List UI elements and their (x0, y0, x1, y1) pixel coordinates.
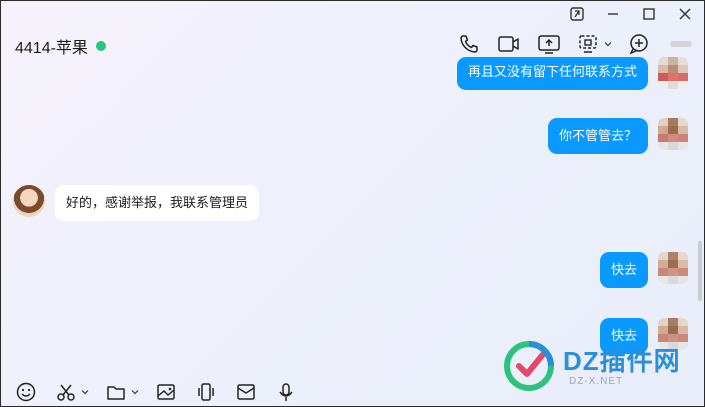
chat-title: 4414-苹果 (15, 40, 88, 57)
top-toolbar (456, 31, 692, 57)
message-row: 好的，感谢举报，我联系管理员 (13, 185, 260, 221)
online-status-dot (95, 41, 106, 51)
message-row: 你不管管去？ (547, 118, 688, 154)
message-bubble-outgoing[interactable]: 再且又没有留下任何联系方式 (456, 57, 648, 90)
close-icon[interactable] (674, 5, 696, 23)
watermark-logo (504, 341, 554, 391)
envelope-icon[interactable] (233, 379, 259, 405)
maximize-icon[interactable] (638, 5, 660, 23)
shake-icon[interactable] (193, 379, 219, 405)
message-bubble-outgoing[interactable]: 你不管管去？ (547, 118, 648, 154)
add-icon[interactable] (626, 31, 652, 57)
remote-desktop-icon[interactable] (576, 31, 602, 57)
folder-icon[interactable] (103, 379, 129, 405)
watermark-text: DZ插件网 (563, 345, 681, 376)
input-toolbar (13, 379, 299, 405)
message-bubble-incoming[interactable]: 好的，感谢举报，我联系管理员 (55, 185, 260, 221)
watermark-text-group: DZ插件网 DZ-X.NET (563, 346, 681, 387)
watermark: DZ插件网 DZ-X.NET (501, 338, 681, 394)
window-controls (566, 5, 696, 23)
chevron-down-icon[interactable] (604, 31, 612, 57)
video-call-icon[interactable] (496, 31, 522, 57)
screen-share-icon[interactable] (536, 31, 562, 57)
message-bubble-outgoing[interactable]: 快去 (599, 252, 648, 288)
chevron-down-icon[interactable] (131, 379, 139, 405)
watermark-subtext: DZ-X.NET (569, 375, 624, 387)
window-toggle-icon[interactable] (566, 5, 588, 23)
image-icon[interactable] (153, 379, 179, 405)
emoji-icon[interactable] (13, 379, 39, 405)
chat-window: 4414-苹果 再且又没有留下任何联系方式 你不管管去？ 好的，感谢举报，我联系… (0, 0, 705, 407)
chevron-down-icon[interactable] (81, 379, 89, 405)
phone-icon[interactable] (456, 31, 482, 57)
avatar[interactable] (658, 57, 688, 89)
minimize-icon[interactable] (602, 5, 624, 23)
avatar[interactable] (658, 118, 688, 150)
avatar[interactable] (13, 185, 45, 217)
scissors-icon[interactable] (53, 379, 79, 405)
collapsed-panel-icon[interactable] (670, 41, 692, 47)
message-row: 再且又没有留下任何联系方式 (456, 57, 688, 90)
chat-header: 4414-苹果 (15, 34, 106, 58)
scrollbar[interactable] (698, 241, 702, 301)
microphone-icon[interactable] (273, 379, 299, 405)
avatar[interactable] (658, 252, 688, 284)
message-row: 快去 (599, 252, 688, 288)
